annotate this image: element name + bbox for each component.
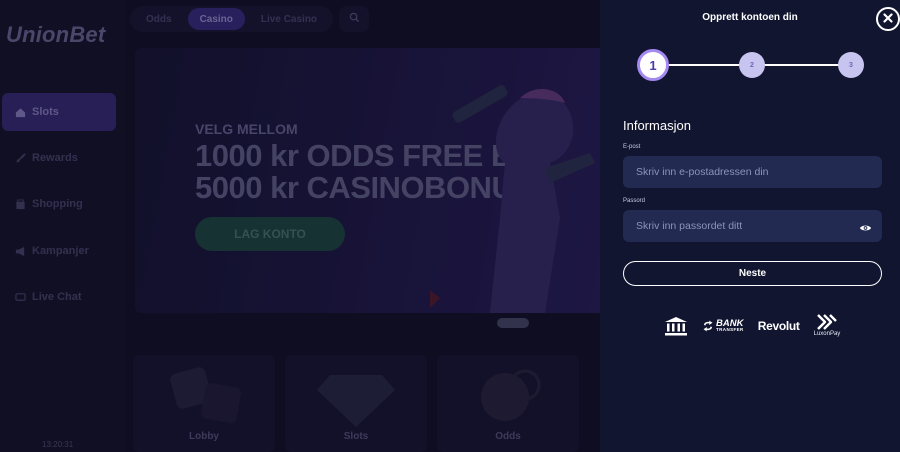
bank-transfer-subtext: TRANSFER xyxy=(716,327,744,332)
payment-methods: BANK TRANSFER Revolut LuxonPay xyxy=(664,314,840,337)
transfer-arrows-icon xyxy=(703,320,713,331)
step-2: 2 xyxy=(739,52,765,78)
luxonpay-text: LuxonPay xyxy=(813,331,841,337)
password-field[interactable] xyxy=(636,220,856,232)
close-button[interactable] xyxy=(876,7,900,31)
page: UnionBet Slots Rewards Shopping Kampanje… xyxy=(0,0,900,452)
bank-transfer-logo: BANK TRANSFER xyxy=(702,318,744,333)
email-label: E-post xyxy=(623,144,641,150)
next-button[interactable]: Neste xyxy=(623,261,882,286)
section-title: Informasjon xyxy=(623,118,691,133)
step-3: 3 xyxy=(838,52,864,78)
close-icon xyxy=(883,10,893,28)
email-field-container xyxy=(623,156,882,188)
revolut-logo: Revolut xyxy=(757,318,800,333)
luxon-mark-icon xyxy=(817,314,837,330)
email-field[interactable] xyxy=(636,166,856,178)
password-field-container xyxy=(623,210,882,242)
password-label: Passord xyxy=(623,198,646,204)
luxonpay-logo: LuxonPay xyxy=(813,314,841,337)
step-1: 1 xyxy=(637,49,669,81)
signup-drawer: Opprett kontoen din 1 2 3 Informasjon E-… xyxy=(600,0,900,452)
step-progress: 1 2 3 xyxy=(637,49,865,81)
drawer-title: Opprett kontoen din xyxy=(702,12,798,23)
bank-icon xyxy=(664,316,688,336)
eye-icon[interactable] xyxy=(859,220,872,238)
